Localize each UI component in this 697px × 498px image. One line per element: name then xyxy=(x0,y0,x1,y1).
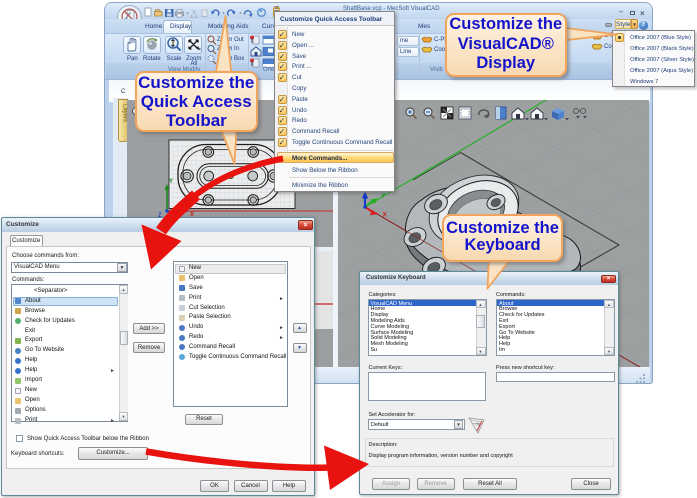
svg-text:Y: Y xyxy=(381,193,386,200)
svg-text:Y: Y xyxy=(169,179,173,185)
svg-text:X: X xyxy=(382,212,387,219)
